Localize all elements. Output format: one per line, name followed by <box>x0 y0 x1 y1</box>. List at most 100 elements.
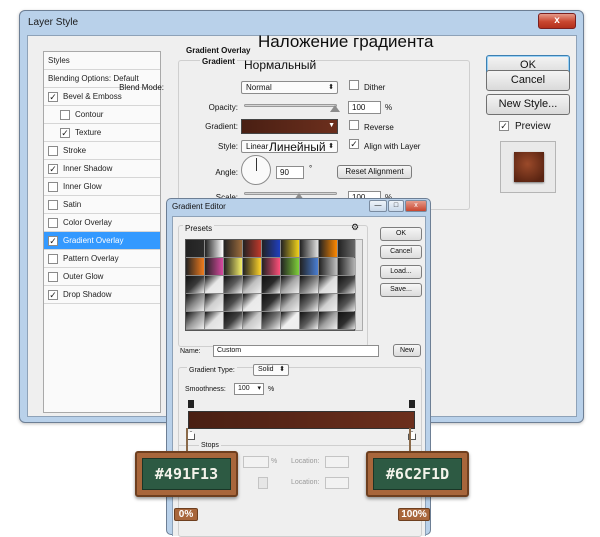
style-item[interactable]: Styles <box>44 52 160 70</box>
style-item[interactable]: Contour <box>44 106 160 124</box>
smoothness-input[interactable]: 100 ▾ <box>234 383 264 395</box>
style-item[interactable]: ✓ Gradient Overlay <box>44 232 160 250</box>
style-item[interactable]: Color Overlay <box>44 214 160 232</box>
preset-swatch[interactable] <box>319 312 337 329</box>
load-button[interactable]: Load... <box>380 265 422 279</box>
opacity-slider-thumb[interactable] <box>330 105 340 112</box>
preset-swatch[interactable] <box>281 258 299 275</box>
style-item-checkbox[interactable]: ✓ <box>48 164 58 174</box>
preset-swatch[interactable] <box>243 276 261 293</box>
gradient-type-select[interactable]: Solid ⬍ <box>253 364 289 376</box>
opacity-stop-right[interactable] <box>409 400 415 408</box>
name-input[interactable]: Custom <box>213 345 379 357</box>
style-item-checkbox[interactable] <box>48 218 58 228</box>
preset-swatch[interactable] <box>262 258 280 275</box>
preset-swatch[interactable] <box>186 294 204 311</box>
cancel-button[interactable]: Cancel <box>486 70 570 91</box>
gradient-swatch[interactable]: ▼ <box>241 119 338 134</box>
preset-swatch[interactable] <box>300 294 318 311</box>
style-item-checkbox[interactable]: ✓ <box>48 236 58 246</box>
preset-swatch[interactable] <box>338 312 356 329</box>
preset-swatch[interactable] <box>338 258 356 275</box>
ge-cancel-button[interactable]: Cancel <box>380 245 422 259</box>
style-item-checkbox[interactable] <box>48 272 58 282</box>
style-item[interactable]: Stroke <box>44 142 160 160</box>
preset-swatch[interactable] <box>262 294 280 311</box>
preset-swatch[interactable] <box>186 312 204 329</box>
stop-opacity-input[interactable] <box>243 456 269 468</box>
dither-checkbox[interactable] <box>349 80 359 90</box>
preset-swatch[interactable] <box>281 294 299 311</box>
preset-swatch[interactable] <box>300 240 318 257</box>
opacity-stop-left[interactable] <box>188 400 194 408</box>
preset-swatch[interactable] <box>243 312 261 329</box>
preview-checkbox[interactable]: ✓ <box>499 121 509 131</box>
gradient-bar[interactable] <box>188 411 415 429</box>
save-button[interactable]: Save... <box>380 283 422 297</box>
style-item-checkbox[interactable] <box>60 110 70 120</box>
preset-swatch[interactable] <box>205 258 223 275</box>
preset-swatch[interactable] <box>205 294 223 311</box>
style-item[interactable]: Satin <box>44 196 160 214</box>
close-button[interactable]: x <box>538 13 576 29</box>
preset-swatch[interactable] <box>224 294 242 311</box>
scale-slider[interactable] <box>244 192 337 195</box>
preset-swatch[interactable] <box>338 294 356 311</box>
minimize-button[interactable]: — <box>369 200 387 212</box>
preset-swatch[interactable] <box>319 276 337 293</box>
preset-swatch[interactable] <box>281 276 299 293</box>
preset-swatch[interactable] <box>205 276 223 293</box>
ge-close-button[interactable]: x <box>405 200 427 212</box>
style-item-checkbox[interactable]: ✓ <box>60 128 70 138</box>
chevron-down-icon[interactable]: ▼ <box>328 122 335 129</box>
preset-swatch[interactable] <box>243 294 261 311</box>
style-item-checkbox[interactable]: ✓ <box>48 92 58 102</box>
style-item[interactable]: ✓ Inner Shadow <box>44 160 160 178</box>
style-item[interactable]: Pattern Overlay <box>44 250 160 268</box>
style-item[interactable]: Outer Glow <box>44 268 160 286</box>
new-style-button[interactable]: New Style... <box>486 94 570 115</box>
presets-scrollbar[interactable] <box>355 239 363 331</box>
preset-swatch[interactable] <box>281 312 299 329</box>
style-item-checkbox[interactable] <box>48 146 58 156</box>
blend-mode-select[interactable]: Normal ⬍ <box>241 81 338 94</box>
ge-ok-button[interactable]: OK <box>380 227 422 241</box>
angle-dial[interactable] <box>241 155 271 185</box>
preset-swatch[interactable] <box>262 276 280 293</box>
preset-swatch[interactable] <box>319 240 337 257</box>
reverse-checkbox[interactable] <box>349 120 359 130</box>
preset-swatch[interactable] <box>186 276 204 293</box>
preset-swatch[interactable] <box>338 276 356 293</box>
location-input-1[interactable] <box>325 456 349 468</box>
preset-swatch[interactable] <box>281 240 299 257</box>
style-item-checkbox[interactable] <box>48 200 58 210</box>
preset-swatch[interactable] <box>338 240 356 257</box>
style-item-checkbox[interactable] <box>48 182 58 192</box>
reset-alignment-button[interactable]: Reset Alignment <box>337 165 412 179</box>
preset-swatch[interactable] <box>205 240 223 257</box>
angle-input[interactable]: 90 <box>276 166 304 179</box>
maximize-button[interactable]: □ <box>388 200 404 212</box>
style-item-checkbox[interactable] <box>48 254 58 264</box>
preset-swatch[interactable] <box>186 258 204 275</box>
style-item[interactable]: ✓ Drop Shadow <box>44 286 160 304</box>
preset-swatch[interactable] <box>224 312 242 329</box>
stop-color-arrow[interactable] <box>258 477 268 489</box>
gear-icon[interactable]: ⚙ <box>351 222 359 233</box>
style-item-checkbox[interactable]: ✓ <box>48 290 58 300</box>
chevron-down-icon[interactable]: ▾ <box>257 384 261 394</box>
align-with-layer-checkbox[interactable]: ✓ <box>349 139 359 149</box>
preset-swatch[interactable] <box>186 240 204 257</box>
preset-swatch[interactable] <box>300 258 318 275</box>
style-item[interactable]: Inner Glow <box>44 178 160 196</box>
preset-swatch[interactable] <box>243 258 261 275</box>
new-button[interactable]: New <box>393 344 421 357</box>
preset-swatch[interactable] <box>319 258 337 275</box>
preset-swatch[interactable] <box>224 240 242 257</box>
preset-swatch[interactable] <box>262 312 280 329</box>
preset-swatch[interactable] <box>243 240 261 257</box>
preset-swatch[interactable] <box>300 276 318 293</box>
preset-swatch[interactable] <box>300 312 318 329</box>
preset-swatch[interactable] <box>224 258 242 275</box>
opacity-slider[interactable] <box>244 104 337 107</box>
